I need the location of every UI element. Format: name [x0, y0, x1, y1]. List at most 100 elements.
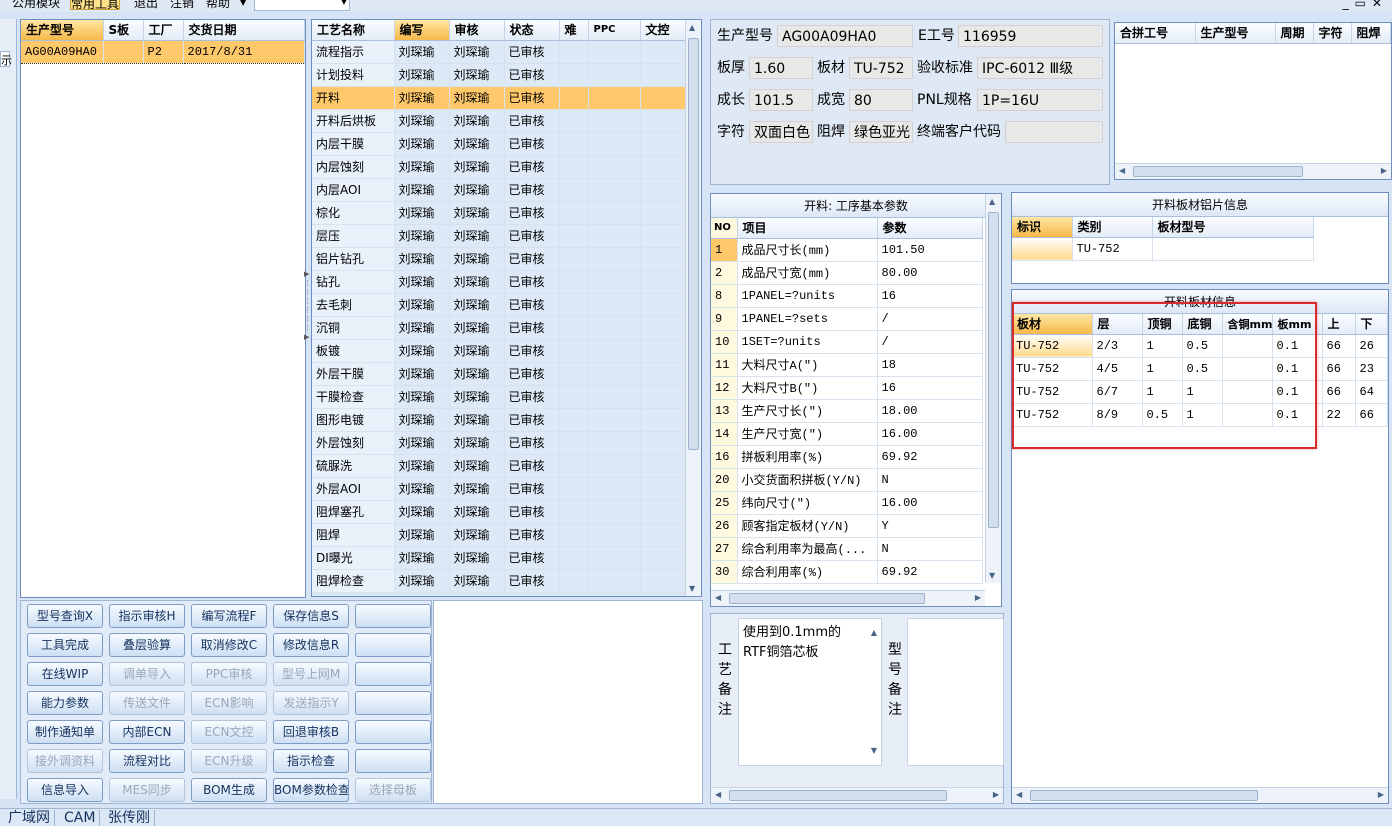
cell-process-name[interactable]: 硫脲洗 — [312, 454, 395, 478]
cell-s-board[interactable] — [103, 40, 144, 64]
cell-layer[interactable]: 6/7 — [1092, 380, 1143, 404]
cell-ppc[interactable] — [588, 454, 641, 478]
cell-status[interactable]: 已审核 — [504, 454, 560, 478]
quick-select-dropdown[interactable]: ▼ — [254, 0, 350, 11]
cell-factory[interactable]: P2 — [143, 40, 184, 64]
col-top-copper[interactable]: 顶铜 — [1142, 314, 1183, 335]
cell-no[interactable]: 30 — [711, 560, 738, 584]
cell-with-copper[interactable] — [1222, 334, 1273, 358]
cell-reviewer[interactable]: 刘琛瑜 — [449, 178, 505, 202]
cell-writer[interactable]: 刘琛瑜 — [394, 132, 450, 156]
cell-difficulty[interactable] — [559, 109, 589, 133]
cell-item[interactable]: 拼板利用率(%) — [737, 445, 878, 469]
cell-writer[interactable]: 刘琛瑜 — [394, 362, 450, 386]
cell-value[interactable]: 16 — [877, 284, 983, 308]
cell-difficulty[interactable] — [559, 86, 589, 110]
notes-hscrollbar[interactable]: ◀ ▶ — [711, 787, 1003, 803]
action-button-5-0[interactable]: 接外调资料 — [27, 749, 103, 773]
cell-top-copper[interactable]: 1 — [1142, 380, 1183, 404]
scroll-right-icon[interactable]: ▶ — [993, 790, 999, 799]
cell-value[interactable]: 18.00 — [877, 399, 983, 423]
cell-item[interactable]: 小交货面积拼板(Y/N) — [737, 468, 878, 492]
process-list-scrollbar[interactable]: ▲ ▼ — [685, 20, 701, 596]
col-board[interactable]: 板材 — [1012, 314, 1093, 335]
cell-process-name[interactable]: 开料 — [312, 86, 395, 110]
process-row[interactable]: 阻焊塞孔 刘琛瑜 刘琛瑜 已审核 — [312, 500, 686, 524]
col-doc-control[interactable]: 文控 — [640, 20, 686, 41]
cell-writer[interactable]: 刘琛瑜 — [394, 339, 450, 363]
cell-board[interactable]: TU-752 — [1012, 357, 1093, 381]
action-button-0-1[interactable]: 指示审核H — [109, 604, 185, 628]
scroll-thumb[interactable] — [1030, 790, 1258, 801]
board-row[interactable]: TU-752 4/5 1 0.5 0.1 66 23 — [1012, 357, 1388, 381]
action-button-1-1[interactable]: 叠层验算 — [109, 633, 185, 657]
cell-value[interactable]: 101.50 — [877, 238, 983, 262]
process-row[interactable]: 外层蚀刻 刘琛瑜 刘琛瑜 已审核 — [312, 431, 686, 455]
cell-doc-control[interactable] — [640, 155, 686, 179]
cell-difficulty[interactable] — [559, 40, 589, 64]
process-row[interactable]: 外层干膜 刘琛瑜 刘琛瑜 已审核 — [312, 362, 686, 386]
cell-reviewer[interactable]: 刘琛瑜 — [449, 201, 505, 225]
cell-reviewer[interactable]: 刘琛瑜 — [449, 431, 505, 455]
cell-no[interactable]: 26 — [711, 514, 738, 538]
cell-doc-control[interactable] — [640, 523, 686, 547]
cell-item[interactable]: 1PANEL=?units — [737, 284, 878, 308]
cell-writer[interactable]: 刘琛瑜 — [394, 385, 450, 409]
process-row[interactable]: 内层AOI 刘琛瑜 刘琛瑜 已审核 — [312, 178, 686, 202]
cell-value[interactable]: 69.92 — [877, 445, 983, 469]
cell-reviewer[interactable]: 刘琛瑜 — [449, 316, 505, 340]
cell-item[interactable]: 综合利用率为最高(... — [737, 537, 878, 561]
cell-ppc[interactable] — [588, 569, 641, 593]
menu-item-exit[interactable]: 退出 — [134, 0, 158, 10]
action-button-2-1[interactable]: 调单导入 — [109, 662, 185, 686]
cell-process-name[interactable]: 内层干膜 — [312, 132, 395, 156]
cell-value[interactable]: 16 — [877, 376, 983, 400]
cell-writer[interactable]: 刘琛瑜 — [394, 500, 450, 524]
param-row[interactable]: 20 小交货面积拼板(Y/N) N — [711, 468, 983, 492]
cell-ppc[interactable] — [588, 293, 641, 317]
cell-ppc[interactable] — [588, 201, 641, 225]
cell-status[interactable]: 已审核 — [504, 155, 560, 179]
scroll-up-icon[interactable]: ▲ — [689, 23, 695, 32]
cell-bottom[interactable]: 64 — [1355, 380, 1388, 404]
splitter-handle[interactable]: ▶ ⋮ ⋮ ⋮ ⋮ ⋮ ⋮ ▶ — [304, 270, 311, 350]
cell-model[interactable]: AG00A09HA0 — [21, 40, 104, 64]
action-button-0-4[interactable] — [355, 604, 431, 628]
cell-item[interactable]: 成品尺寸长(mm) — [737, 238, 878, 262]
cell-writer[interactable]: 刘琛瑜 — [394, 178, 450, 202]
table-row[interactable]: AG00A09HA0 P2 2017/8/31 — [21, 40, 305, 64]
cell-item[interactable]: 成品尺寸宽(mm) — [737, 261, 878, 285]
model-note-textarea[interactable] — [907, 618, 1004, 766]
cell-status[interactable]: 已审核 — [504, 178, 560, 202]
col-merge-no[interactable]: 合拼工号 — [1115, 23, 1196, 44]
cell-difficulty[interactable] — [559, 385, 589, 409]
cell-difficulty[interactable] — [559, 454, 589, 478]
cell-status[interactable]: 已审核 — [504, 362, 560, 386]
cell-difficulty[interactable] — [559, 155, 589, 179]
process-row[interactable]: 阻焊 刘琛瑜 刘琛瑜 已审核 — [312, 523, 686, 547]
action-button-6-3[interactable]: BOM参数检查 — [273, 778, 349, 802]
cell-item[interactable]: 大料尺寸B(") — [737, 376, 878, 400]
cell-item[interactable]: 顾客指定板材(Y/N) — [737, 514, 878, 538]
cell-bottom-copper[interactable]: 1 — [1182, 403, 1223, 427]
action-button-0-0[interactable]: 型号查询X — [27, 604, 103, 628]
cell-process-name[interactable]: 去毛刺 — [312, 293, 395, 317]
cell-doc-control[interactable] — [640, 132, 686, 156]
process-note-textarea[interactable]: 使用到0.1mm的RTF铜箔芯板 ▲ ▼ — [738, 618, 882, 766]
cell-layer[interactable]: 8/9 — [1092, 403, 1143, 427]
cell-process-name[interactable]: 流程指示 — [312, 40, 395, 64]
cell-no[interactable]: 27 — [711, 537, 738, 561]
col-item[interactable]: 项目 — [737, 218, 878, 239]
thickness-field[interactable]: 1.60 — [749, 57, 813, 79]
cell-status[interactable]: 已审核 — [504, 408, 560, 432]
cell-board[interactable]: TU-752 — [1012, 403, 1093, 427]
cell-no[interactable]: 1 — [711, 238, 738, 262]
col-s-board[interactable]: S板 — [103, 20, 144, 41]
cell-ppc[interactable] — [588, 339, 641, 363]
menu-item-logout[interactable]: 注销 — [170, 0, 194, 10]
cell-ppc[interactable] — [588, 109, 641, 133]
cell-doc-control[interactable] — [640, 178, 686, 202]
cell-difficulty[interactable] — [559, 132, 589, 156]
action-button-2-0[interactable]: 在线WIP — [27, 662, 103, 686]
cell-status[interactable]: 已审核 — [504, 293, 560, 317]
